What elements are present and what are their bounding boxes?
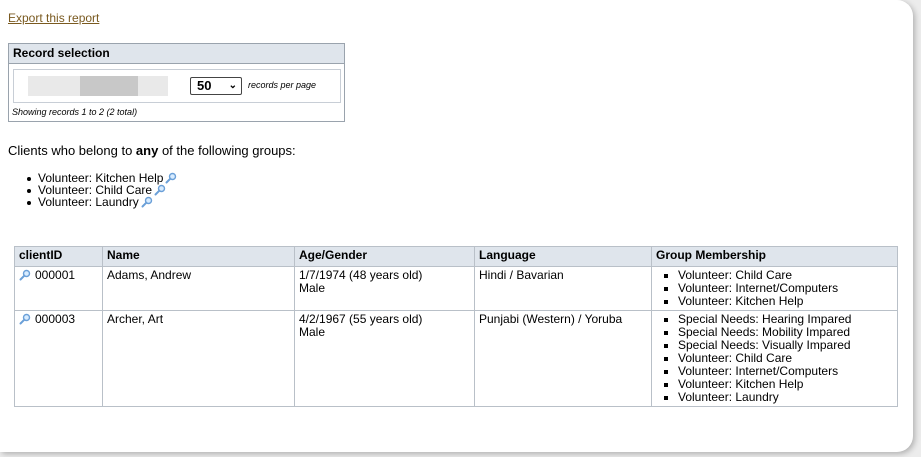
group-label: Volunteer: Child Care (678, 268, 793, 282)
bullet (664, 274, 668, 278)
table-header-row: clientID Name Age/Gender Language Group … (14, 246, 898, 267)
group-membership-list: Volunteer: Child Care Volunteer: Interne… (656, 269, 893, 308)
group-membership-item: Volunteer: Kitchen Help (656, 295, 893, 308)
column-header-language[interactable]: Language (474, 246, 652, 267)
magnifier-icon[interactable] (154, 184, 166, 196)
group-label: Volunteer: Kitchen Help (678, 377, 804, 391)
records-per-page-label: records per page (248, 80, 317, 90)
group-label: Volunteer: Internet/Computers (678, 281, 839, 295)
client-gender: Male (299, 281, 326, 295)
group-label: Volunteer: Child Care (678, 351, 793, 365)
bullet (27, 201, 31, 205)
bullet (664, 344, 668, 348)
bullet (664, 287, 668, 291)
client-language: Punjabi (Western) / Yoruba (474, 310, 652, 407)
showing-records-text: Showing records 1 to 2 (2 total) (12, 107, 138, 117)
records-per-page-value: 50 (197, 78, 212, 93)
client-name: Archer, Art (102, 310, 295, 407)
intro-emphasis: any (135, 143, 159, 158)
record-selection-box: Record selection 50 ⌄ records per page S… (8, 43, 345, 122)
client-id[interactable]: 000001 (35, 268, 75, 282)
client-id-cell: 000001 (14, 266, 103, 311)
group-membership-list: Special Needs: Hearing Impared Special N… (656, 313, 893, 404)
column-header-name[interactable]: Name (102, 246, 295, 267)
group-label: Volunteer: Kitchen Help (678, 294, 804, 308)
intro-prefix: Clients who belong to (8, 143, 136, 158)
magnifier-icon[interactable] (141, 196, 153, 208)
table-row: 000001 Adams, Andrew 1/7/1974 (48 years … (14, 266, 898, 311)
record-range-slider[interactable] (28, 76, 168, 96)
group-filter-item: Volunteer: Laundry (27, 195, 177, 209)
group-label: Volunteer: Laundry (678, 390, 779, 404)
bullet (664, 318, 668, 322)
group-membership-item: Volunteer: Laundry (656, 391, 893, 404)
client-language: Hindi / Bavarian (474, 266, 652, 311)
client-groups: Special Needs: Hearing Impared Special N… (651, 310, 898, 407)
record-selection-controls: 50 ⌄ records per page (13, 69, 341, 103)
bullet (664, 383, 668, 387)
magnifier-icon[interactable] (165, 172, 177, 184)
bullet (664, 370, 668, 374)
groups-intro: Clients who belong to any of the followi… (8, 143, 296, 158)
record-selection-title: Record selection (9, 44, 344, 64)
client-id[interactable]: 000003 (35, 312, 75, 326)
column-header-clientid[interactable]: clientID (14, 246, 103, 267)
group-label: Volunteer: Internet/Computers (678, 364, 839, 378)
column-header-group-membership[interactable]: Group Membership (651, 246, 898, 267)
group-filter-list: Volunteer: Kitchen Help Volunteer: Child… (27, 172, 177, 209)
bullet (664, 396, 668, 400)
bullet (27, 177, 31, 181)
bullet (664, 300, 668, 304)
magnifier-icon[interactable] (19, 269, 31, 281)
bullet (664, 357, 668, 361)
bullet (27, 189, 31, 193)
clients-table: clientID Name Age/Gender Language Group … (14, 246, 898, 407)
client-name: Adams, Andrew (102, 266, 295, 311)
table-row: 000003 Archer, Art 4/2/1967 (55 years ol… (14, 310, 898, 407)
client-id-cell: 000003 (14, 310, 103, 407)
group-label: Special Needs: Visually Impared (678, 338, 851, 352)
report-panel: Export this report Record selection 50 ⌄… (0, 0, 913, 452)
group-filter-label: Volunteer: Laundry (38, 195, 139, 209)
bullet (664, 331, 668, 335)
column-header-age-gender[interactable]: Age/Gender (294, 246, 475, 267)
export-report-link[interactable]: Export this report (8, 11, 99, 25)
group-label: Special Needs: Hearing Impared (678, 312, 852, 326)
group-label: Special Needs: Mobility Impared (678, 325, 851, 339)
client-gender: Male (299, 325, 326, 339)
client-age-gender: 1/7/1974 (48 years old) Male (294, 266, 475, 311)
client-age-gender: 4/2/1967 (55 years old) Male (294, 310, 475, 407)
magnifier-icon[interactable] (19, 313, 31, 325)
client-groups: Volunteer: Child Care Volunteer: Interne… (651, 266, 898, 311)
intro-suffix: of the following groups: (158, 143, 296, 158)
chevron-down-icon: ⌄ (228, 80, 237, 91)
records-per-page-select[interactable]: 50 ⌄ (190, 77, 242, 95)
